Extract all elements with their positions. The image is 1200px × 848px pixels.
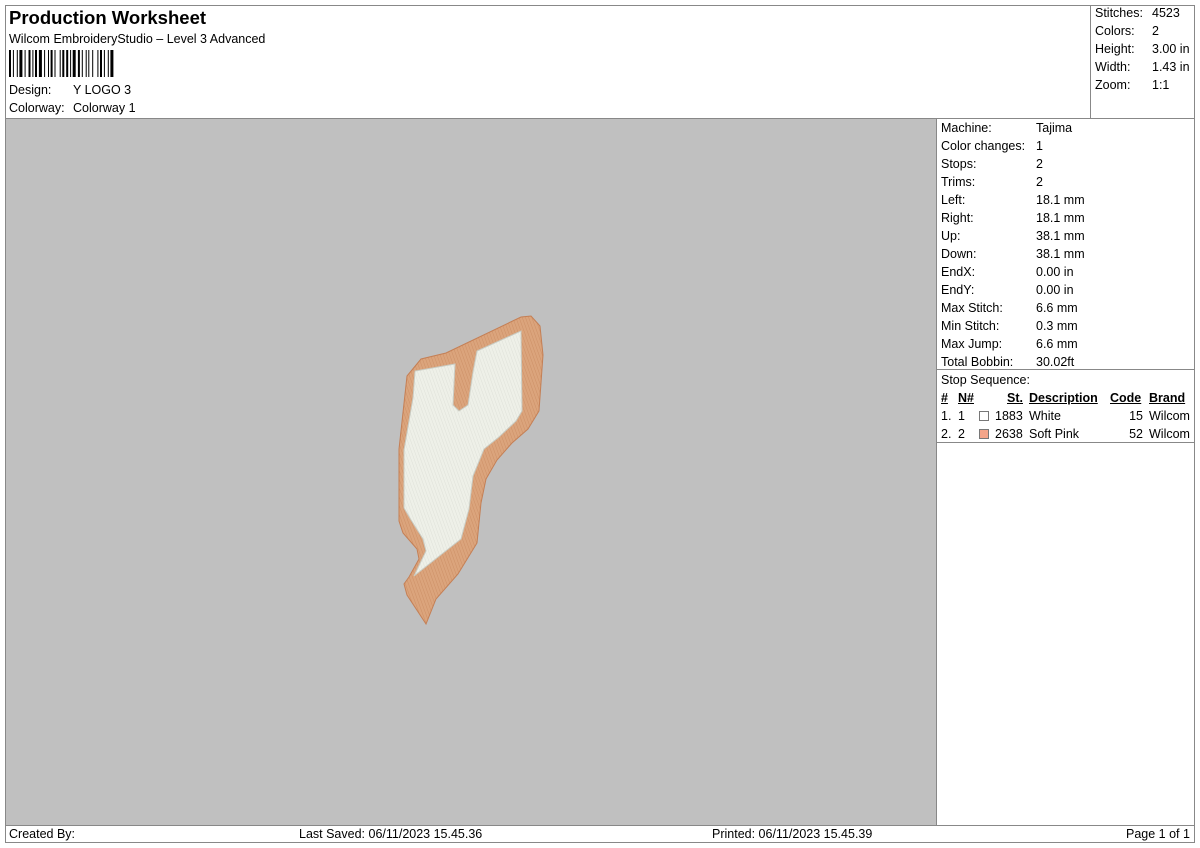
width-label: Width: (1095, 60, 1131, 74)
colorway-label: Colorway: (9, 101, 65, 115)
col-header-code: Code (1110, 391, 1142, 405)
machine-info-row: Color changes: 1 (941, 137, 1191, 155)
design-preview-canvas (6, 119, 936, 825)
stop-row-needle: 2 (958, 427, 965, 441)
width-value: 1.43 in (1152, 60, 1190, 74)
stop-row-brand: Wilcom (1149, 409, 1190, 423)
machine-info-value: 0.00 in (1036, 283, 1074, 297)
stop-row-description: White (1029, 409, 1061, 423)
created-by: Created By: (9, 827, 76, 841)
machine-info-row: Right: 18.1 mm (941, 209, 1191, 227)
machine-info-label: Min Stitch: (941, 319, 1000, 333)
stop-row-needle: 1 (958, 409, 965, 423)
machine-info-label: EndX: (941, 265, 976, 279)
thread-color-swatch (979, 429, 989, 439)
machine-info-row: Min Stitch: 0.3 mm (941, 317, 1191, 335)
machine-info-row: Max Stitch: 6.6 mm (941, 299, 1191, 317)
machine-info-row: Down: 38.1 mm (941, 245, 1191, 263)
machine-info-value: 38.1 mm (1036, 229, 1085, 243)
machine-info-row: EndY: 0.00 in (941, 281, 1191, 299)
machine-info-row: Max Jump: 6.6 mm (941, 335, 1191, 353)
machine-info-value: 2 (1036, 157, 1043, 171)
design-value: Y LOGO 3 (73, 83, 132, 97)
stop-row-brand: Wilcom (1149, 427, 1190, 441)
machine-info-value: 1 (1036, 139, 1043, 153)
col-header-brand: Brand (1149, 391, 1186, 405)
machine-info-value: 2 (1036, 175, 1043, 189)
stop-sequence-title: Stop Sequence: (941, 373, 1030, 387)
machine-info-row: EndX: 0.00 in (941, 263, 1191, 281)
machine-info-value: 18.1 mm (1036, 193, 1085, 207)
last-saved: Last Saved: 06/11/2023 15.45.36 (299, 827, 483, 841)
side-panel-divider (936, 118, 937, 825)
machine-info-label: Up: (941, 229, 961, 243)
machine-info-value: 30.02ft (1036, 355, 1075, 369)
software-name: Wilcom EmbroideryStudio – Level 3 Advanc… (9, 32, 266, 46)
height-label: Height: (1095, 42, 1135, 56)
stop-row-code: 15 (1129, 409, 1143, 423)
machine-info-value: 18.1 mm (1036, 211, 1085, 225)
stitches-value: 4523 (1152, 6, 1180, 20)
stop-row-description: Soft Pink (1029, 427, 1080, 441)
printed-date: Printed: 06/11/2023 15.45.39 (712, 827, 873, 841)
machine-info-row: Total Bobbin: 30.02ft (941, 353, 1191, 371)
stop-row-stitches: 1883 (995, 409, 1023, 423)
machine-info-value: 38.1 mm (1036, 247, 1085, 261)
thread-color-swatch (979, 411, 989, 421)
col-header-st: St. (1007, 391, 1023, 405)
zoom-label: Zoom: (1095, 78, 1131, 92)
machine-info-label: Max Jump: (941, 337, 1003, 351)
zoom-value: 1:1 (1152, 78, 1170, 92)
stop-row-stitches: 2638 (995, 427, 1023, 441)
machine-info-row: Trims: 2 (941, 173, 1191, 191)
machine-info-value: 0.3 mm (1036, 319, 1078, 333)
summary-divider (1090, 5, 1091, 118)
machine-info-label: Color changes: (941, 139, 1026, 153)
machine-info-label: Total Bobbin: (941, 355, 1014, 369)
machine-info-label: Right: (941, 211, 974, 225)
machine-info-value: 6.6 mm (1036, 301, 1078, 315)
machine-info-value: 6.6 mm (1036, 337, 1078, 351)
page-number: Page 1 of 1 (1126, 827, 1190, 841)
design-label: Design: (9, 83, 52, 97)
stop-row-index: 1. (941, 409, 952, 423)
machine-info-label: Down: (941, 247, 977, 261)
col-header-n-num: N# (958, 391, 974, 405)
machine-info-label: Stops: (941, 157, 977, 171)
stop-row-index: 2. (941, 427, 952, 441)
machine-info-row: Stops: 2 (941, 155, 1191, 173)
stop-row-code: 52 (1129, 427, 1143, 441)
machine-info-label: Max Stitch: (941, 301, 1003, 315)
machine-info-value: 0.00 in (1036, 265, 1074, 279)
stitches-label: Stitches: (1095, 6, 1143, 20)
machine-info-label: Trims: (941, 175, 976, 189)
machine-info-row: Up: 38.1 mm (941, 227, 1191, 245)
barcode-icon (9, 50, 114, 77)
colors-label: Colors: (1095, 24, 1135, 38)
machine-info-label: EndY: (941, 283, 975, 297)
height-value: 3.00 in (1152, 42, 1190, 56)
machine-info-row: Machine: Tajima (941, 119, 1191, 137)
colors-value: 2 (1152, 24, 1159, 38)
col-header-num: # (941, 391, 948, 405)
machine-info-label: Machine: (941, 121, 992, 135)
footer-divider (5, 825, 1195, 826)
col-header-description: Description (1029, 391, 1098, 405)
y-logo-embroidery (398, 315, 544, 626)
machine-info-value: Tajima (1036, 121, 1073, 135)
page-title: Production Worksheet (9, 7, 207, 28)
colorway-value: Colorway 1 (73, 101, 136, 115)
machine-info-label: Left: (941, 193, 966, 207)
machine-info-row: Left: 18.1 mm (941, 191, 1191, 209)
